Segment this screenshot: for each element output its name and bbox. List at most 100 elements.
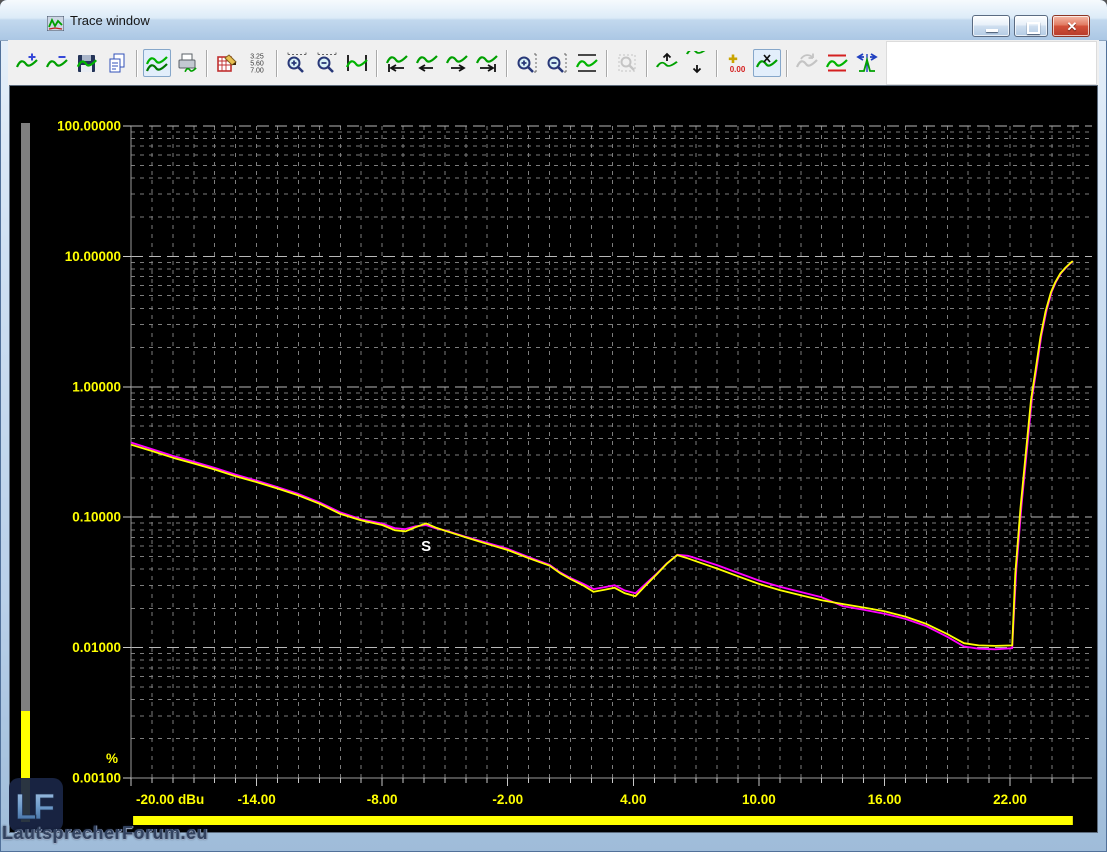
sweep-cursor-marker[interactable]: S	[421, 538, 431, 555]
edit-values-icon	[215, 51, 239, 75]
y-axis-label: 0.01000	[72, 640, 121, 655]
print-curve-button[interactable]	[173, 49, 201, 77]
x-axis-label: -20.00 dBu	[136, 792, 204, 807]
overlay-prev-icon	[795, 51, 819, 75]
svg-text:3.25: 3.25	[250, 54, 264, 61]
maximize-icon	[1027, 22, 1040, 34]
zoom-out-y-icon	[545, 51, 569, 75]
caption-buttons: ✕	[972, 15, 1090, 37]
close-button[interactable]: ✕	[1052, 15, 1090, 37]
shift-up-icon	[655, 51, 679, 75]
y-axis-label: 10.00000	[65, 249, 121, 264]
x-axis-label: 16.00	[868, 792, 902, 807]
edit-values-button[interactable]	[213, 49, 241, 77]
fit-y-button[interactable]	[573, 49, 601, 77]
app-icon	[47, 16, 64, 31]
limit-lines-icon	[825, 51, 849, 75]
value-list-icon: 3.255.607.00	[245, 51, 269, 75]
y-axis-unit: %	[106, 751, 118, 766]
pan-left-icon	[415, 51, 439, 75]
lr-cursor-icon	[855, 51, 879, 75]
toolbar-separator	[716, 50, 718, 77]
add-curve-button[interactable]	[13, 49, 41, 77]
marker-zero-button[interactable]: 0.00	[723, 49, 751, 77]
save-curve-button[interactable]	[73, 49, 101, 77]
shift-up-button[interactable]	[653, 49, 681, 77]
y-axis-label: 1.00000	[72, 379, 121, 394]
copy-curve-button[interactable]	[103, 49, 131, 77]
copy-curve-icon	[105, 51, 129, 75]
toolbar-separator	[646, 50, 648, 77]
delta-marker-icon	[755, 51, 779, 75]
level-meter-upper	[21, 123, 30, 711]
zoom-out-x-icon	[315, 51, 339, 75]
toolbar-separator	[136, 50, 138, 77]
limit-lines-button[interactable]	[823, 49, 851, 77]
sweep-progress-bar	[133, 816, 1073, 825]
y-axis-label: 0.00100	[72, 771, 121, 786]
titlebar[interactable]: Trace window ✕	[0, 0, 1107, 41]
pan-right-end-icon	[475, 51, 499, 75]
toolbar-separator	[506, 50, 508, 77]
level-meter	[21, 123, 30, 822]
zoom-in-y-button[interactable]	[513, 49, 541, 77]
watermark-text: LautsprecherForum.eu	[2, 823, 208, 844]
free-cursor-button	[613, 49, 641, 77]
svg-text:LF: LF	[15, 786, 54, 827]
print-curve-icon	[175, 51, 199, 75]
y-axis-label: 100.00000	[57, 119, 121, 134]
remove-curve-button[interactable]	[43, 49, 71, 77]
toolbar-separator	[376, 50, 378, 77]
x-axis-label: 4.00	[620, 792, 646, 807]
marker-zero-icon: 0.00	[725, 51, 749, 75]
close-icon: ✕	[1065, 20, 1079, 33]
zoom-in-y-icon	[515, 51, 539, 75]
zoom-out-x-button[interactable]	[313, 49, 341, 77]
toolbar-separator	[206, 50, 208, 77]
pan-right-end-button[interactable]	[473, 49, 501, 77]
window-title: Trace window	[70, 13, 150, 28]
free-cursor-icon	[615, 51, 639, 75]
trace-window: Trace window ✕ 3.255.607.00 0.00 100.000…	[0, 0, 1107, 852]
pan-left-end-icon	[385, 51, 409, 75]
x-axis-label: 22.00	[993, 792, 1027, 807]
y-axis-label: 0.10000	[72, 510, 121, 525]
x-axis-label: 10.00	[742, 792, 776, 807]
shift-down-icon	[685, 51, 709, 75]
x-axis-label: -2.00	[492, 792, 523, 807]
zoom-out-y-button[interactable]	[543, 49, 571, 77]
svg-text:7.00: 7.00	[250, 68, 264, 75]
x-axis-label: -8.00	[367, 792, 398, 807]
pan-left-end-button[interactable]	[383, 49, 411, 77]
add-curve-icon	[15, 51, 39, 75]
svg-text:5.60: 5.60	[250, 61, 264, 68]
minimize-icon	[986, 29, 998, 32]
fit-y-icon	[575, 51, 599, 75]
toolbar-empty-area	[886, 41, 1097, 85]
remove-curve-icon	[45, 51, 69, 75]
pan-left-button[interactable]	[413, 49, 441, 77]
zoom-in-x-button[interactable]	[283, 49, 311, 77]
delta-marker-button[interactable]	[753, 49, 781, 77]
thd-vs-level-chart[interactable]: 100.00000 10.00000 1.00000 0.10000 0.01000 0.…	[10, 86, 1097, 832]
shift-down-button[interactable]	[683, 49, 711, 77]
maximize-button[interactable]	[1014, 15, 1048, 37]
zoom-in-x-icon	[285, 51, 309, 75]
x-axis-label: -14.00	[237, 792, 275, 807]
pan-right-icon	[445, 51, 469, 75]
save-curve-icon	[75, 51, 99, 75]
minimize-button[interactable]	[972, 15, 1010, 37]
show-all-curves-icon	[145, 51, 169, 75]
value-list-button[interactable]: 3.255.607.00	[243, 49, 271, 77]
svg-text:0.00: 0.00	[730, 65, 746, 74]
toolbar-separator	[606, 50, 608, 77]
toolbar-separator	[276, 50, 278, 77]
fit-x-button[interactable]	[343, 49, 371, 77]
overlay-prev-button	[793, 49, 821, 77]
pan-right-button[interactable]	[443, 49, 471, 77]
fit-x-icon	[345, 51, 369, 75]
toolbar: 3.255.607.00 0.00	[8, 40, 1099, 86]
show-all-curves-button[interactable]	[143, 49, 171, 77]
lr-cursor-button[interactable]	[853, 49, 881, 77]
toolbar-separator	[786, 50, 788, 77]
